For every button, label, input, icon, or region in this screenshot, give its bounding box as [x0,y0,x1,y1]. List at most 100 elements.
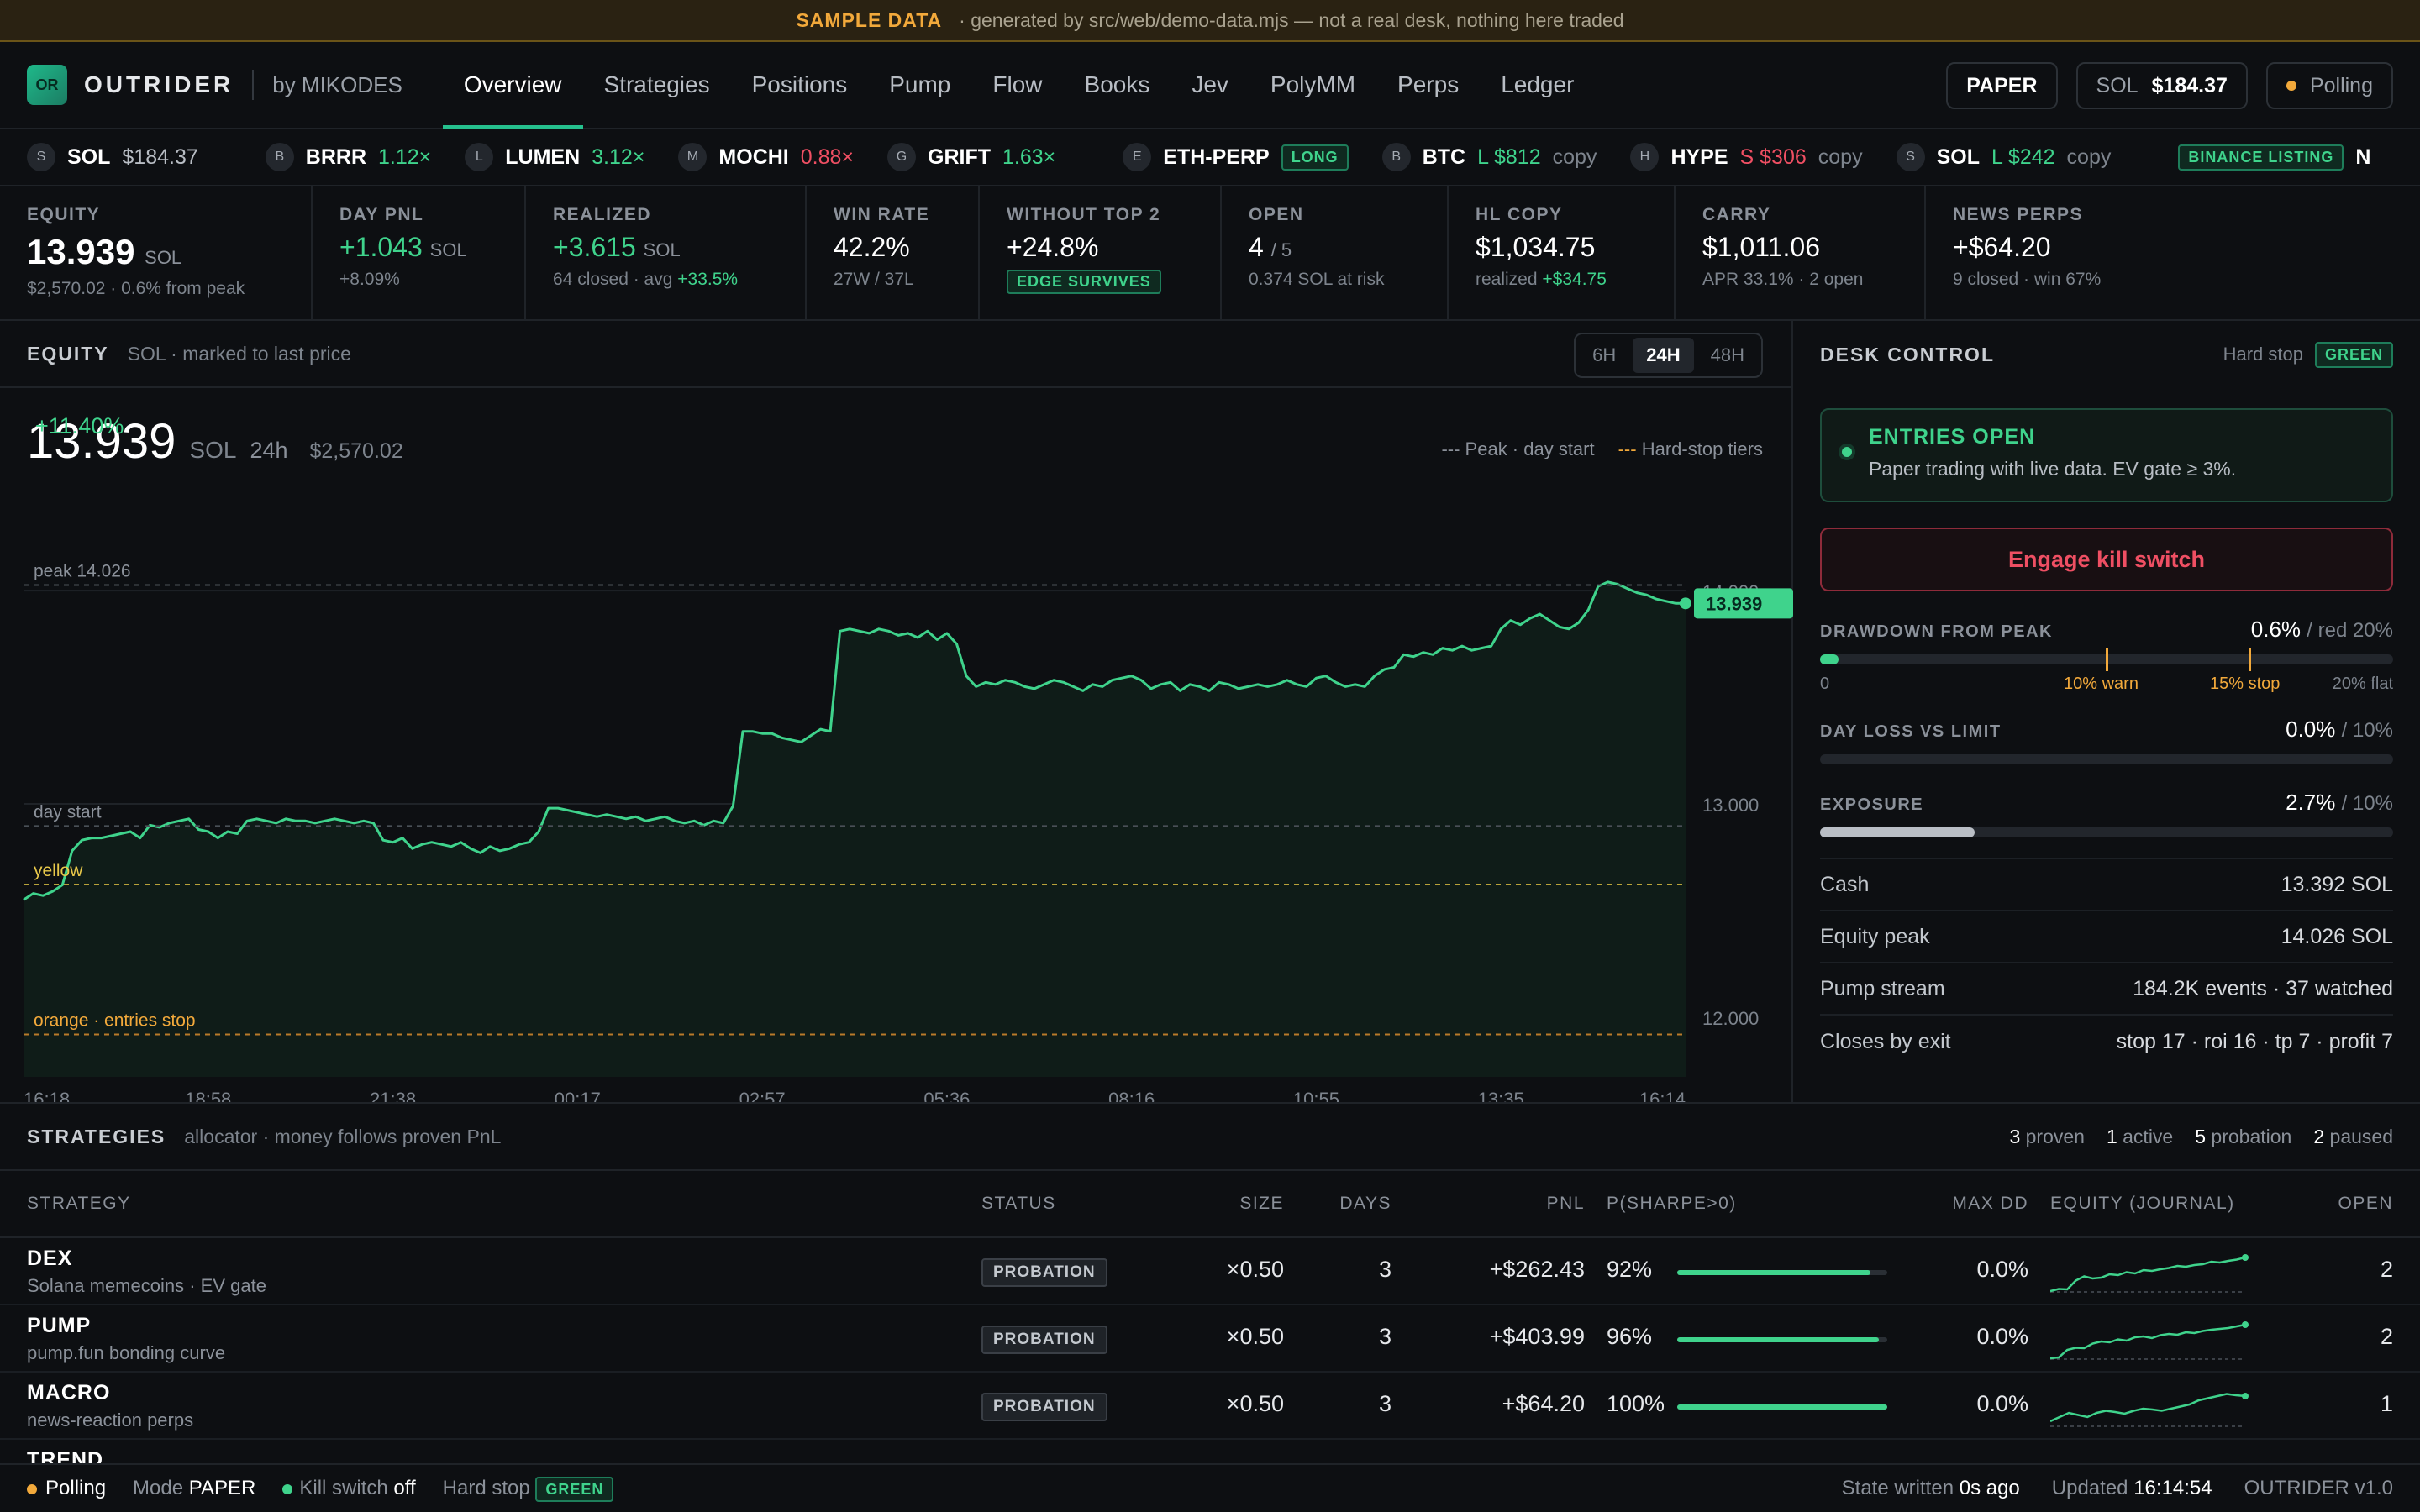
desk-control-panel: DESK CONTROL Hard stop GREEN ENTRIES OPEN… [1793,321,2420,1102]
col-max-dd[interactable]: MAX DD [1952,1194,2028,1214]
kill-switch-button[interactable]: Engage kill switch [1820,528,2393,591]
col-open[interactable]: OPEN [2338,1194,2393,1214]
stat-note: 27W / 37L [834,270,914,289]
ticker-item[interactable]: E ETH-PERP LONG [1123,143,1349,171]
strategy-name: DEX [27,1247,73,1270]
polling-label: Polling [2309,73,2373,97]
strategy-counts: 3 proven 1 active 5 probation 2 paused [2009,1126,2393,1148]
ticker-item[interactable]: B BRRR 1.12× [265,143,431,171]
equity-chart: 12.00013.00014.000peak 14.026day startye… [23,561,1793,1102]
strategy-open: 2 [2380,1257,2393,1282]
hl-realized-label: realized [1476,270,1538,289]
scale-flat: 20% flat [2332,675,2393,693]
status-state-written: State written 0s ago [1842,1477,2020,1500]
kv-cash: Cash 13.392 SOL [1820,859,2393,911]
nav-jev[interactable]: Jev [1171,41,1249,129]
col-psharpe[interactable]: P(SHARPE>0) [1607,1194,1737,1214]
stat-realized: REALIZED +3.615 SOL 64 closed · avg +33.… [526,186,807,319]
drawdown-label: DRAWDOWN FROM PEAK [1820,622,2053,641]
strategy-days: 3 [1378,1324,1392,1349]
sparkline-dot [2242,1321,2249,1328]
stat-label: REALIZED [553,205,651,224]
ticker-symbol: HYPE [1670,144,1728,169]
ticker-item[interactable]: S SOL $184.37 [27,143,198,171]
kill-switch-dot-icon [282,1484,293,1494]
drawdown-fill [1820,654,1839,664]
ticker-item[interactable]: S SOL L $242 copy [1896,143,2112,171]
col-size[interactable]: SIZE [1239,1194,1284,1214]
strategy-row[interactable]: DEX Solana memecoins · EV gate PROBATION ×0… [0,1238,2420,1305]
stat-open: OPEN 4 / 5 0.374 SOL at risk [1222,186,1449,319]
x-tick-label: 02:57 [739,1089,786,1102]
desk-title: DESK CONTROL [1820,343,1995,365]
range-24h[interactable]: 24H [1633,338,1694,373]
warn-marker [2106,648,2108,671]
last-value-label: 13.939 [1706,593,1762,614]
mode-pill[interactable]: PAPER [1946,62,2058,109]
kv-closes-by-exit: Closes by exit stop 17 · roi 16 · tp 7 · … [1820,1016,2393,1068]
nav-books[interactable]: Books [1064,41,1171,129]
kv-key: Equity peak [1820,924,1930,948]
status-updated-label: Updated [2051,1477,2128,1499]
nav-flow[interactable]: Flow [971,41,1063,129]
stat-value: 13.939 SOL [27,232,284,272]
desk-header: DESK CONTROL Hard stop GREEN [1820,321,2393,388]
ticker-item[interactable]: L LUMEN 3.12× [465,143,644,171]
col-days[interactable]: DAYS [1339,1194,1392,1214]
ticker-symbol: BRRR [305,144,366,169]
panel-subtitle: SOL · marked to last price [127,342,351,365]
equity-usd: $2,570.02 [309,439,403,463]
strategy-row[interactable]: PUMP pump.fun bonding curve PROBATION ×0.50… [0,1305,2420,1373]
reference-label: yellow [34,861,83,880]
status-polling-text: Polling [45,1477,107,1499]
stat-label: WIN RATE [834,205,930,224]
strategy-psharpe: 100% [1607,1391,1665,1416]
range-48h[interactable]: 48H [1697,338,1758,373]
hl-realized-value: +$34.75 [1542,270,1607,289]
col-equity-journal[interactable]: EQUITY (JOURNAL) [2050,1194,2235,1214]
stat-label: HL COPY [1476,205,1563,224]
ticker-extra: copy [2066,144,2112,169]
day-pnl-unit: SOL [429,239,467,260]
nav-strategies[interactable]: Strategies [583,41,731,129]
ticker-item[interactable]: H HYPE S $306 copy [1630,143,1863,171]
ticker-symbol: LUMEN [505,144,581,169]
polling-pill[interactable]: Polling [2265,62,2393,109]
nav-positions[interactable]: Positions [731,41,869,129]
ticker-symbol: SOL [1936,144,1980,169]
ticker-item[interactable]: M MOCHI 0.88× [678,143,854,171]
ticker-symbol: SOL [67,144,111,169]
entries-status-icon [1842,447,1852,457]
stat-value: +3.615 SOL [553,232,778,263]
strategy-pnl: +$64.20 [1502,1391,1585,1416]
stat-note: $2,570.02 · 0.6% from peak [27,279,245,298]
nav-perps[interactable]: Perps [1376,41,1480,129]
nav-polymm[interactable]: PolyMM [1249,41,1376,129]
psharpe-fill [1677,1337,1879,1342]
status-bar: Polling Mode PAPER Kill switch off Hard … [0,1463,2420,1512]
strategy-days: 3 [1378,1257,1392,1282]
nav-overview[interactable]: Overview [442,41,583,129]
col-status[interactable]: STATUS [981,1194,1056,1214]
col-pnl[interactable]: PNL [1547,1194,1585,1214]
count-label: proven [2025,1126,2085,1147]
nav-ledger[interactable]: Ledger [1480,41,1595,129]
x-tick-label: 05:36 [923,1089,970,1102]
ticker-item[interactable]: G GRIFT 1.63× [887,143,1055,171]
count-n: 5 [2195,1126,2207,1147]
exposure-fill [1820,827,1975,837]
ticker-item[interactable]: BINANCE LISTING N [2178,144,2370,171]
strategy-size: ×0.50 [1226,1324,1284,1349]
x-tick-label: 10:55 [1293,1089,1339,1102]
col-strategy[interactable]: STRATEGY [27,1194,131,1214]
stat-label: WITHOUT TOP 2 [1007,205,1161,224]
strategy-row[interactable]: MACRO news-reaction perps PROBATION ×0.50 3 +… [0,1373,2420,1440]
ticker-item[interactable]: B BTC L $812 copy [1381,143,1597,171]
side-tag: LONG [1281,144,1349,171]
stat-label: CARRY [1702,205,1771,224]
realized-avg: +33.5% [677,270,739,289]
nav-pump[interactable]: Pump [868,41,971,129]
range-6h[interactable]: 6H [1579,338,1629,373]
kv-equity-peak: Equity peak 14.026 SOL [1820,911,2393,963]
exposure-limit: / 10% [2341,792,2393,815]
